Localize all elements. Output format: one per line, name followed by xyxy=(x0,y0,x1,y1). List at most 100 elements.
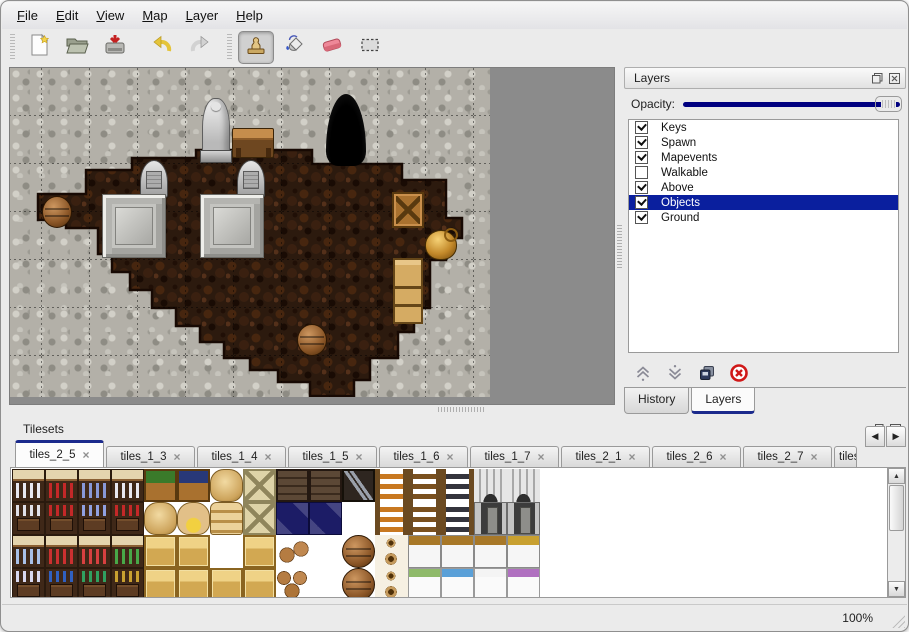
tile-ladder[interactable] xyxy=(441,469,474,502)
lower-layer-button[interactable] xyxy=(662,361,687,386)
layer-visibility-checkbox[interactable] xyxy=(635,196,648,209)
splitter-grip[interactable] xyxy=(617,225,622,269)
tile-shelf[interactable] xyxy=(111,535,144,568)
opacity-slider[interactable] xyxy=(681,95,902,113)
tile-sack[interactable] xyxy=(144,502,177,535)
tile-crate[interactable] xyxy=(144,535,177,568)
tile-bedbody[interactable] xyxy=(408,568,441,597)
tileset-tab-tiles_1_4[interactable]: tiles_1_4× xyxy=(197,446,286,467)
close-tab-icon[interactable]: × xyxy=(629,451,636,463)
tile-sackgold[interactable] xyxy=(177,502,210,535)
tileset-tab-tiles_2_5[interactable]: tiles_2_5× xyxy=(15,440,104,467)
new-file-button[interactable] xyxy=(21,31,57,64)
tile-shelf[interactable] xyxy=(78,535,111,568)
tile-ladder[interactable] xyxy=(375,502,408,535)
redo-button[interactable] xyxy=(182,31,218,64)
close-tab-icon[interactable]: × xyxy=(83,449,90,461)
tile-shelf[interactable] xyxy=(78,469,111,502)
tile-arch[interactable] xyxy=(507,469,540,502)
close-tab-icon[interactable]: × xyxy=(447,451,454,463)
tileset-tab-tiles_1_5[interactable]: tiles_1_5× xyxy=(288,446,377,467)
splitter-grip[interactable] xyxy=(438,407,484,412)
close-tab-icon[interactable]: × xyxy=(356,451,363,463)
tile-cratedark[interactable] xyxy=(276,469,309,502)
tile-bedhead[interactable] xyxy=(507,535,540,568)
menu-map[interactable]: Map xyxy=(133,5,176,26)
tile-pots[interactable] xyxy=(375,535,408,568)
tileset-tab-tiles_2_6[interactable]: tiles_2_6× xyxy=(652,446,741,467)
map-canvas[interactable] xyxy=(10,68,490,397)
tile-ladder[interactable] xyxy=(408,469,441,502)
tile-bedbody[interactable] xyxy=(441,568,474,597)
raise-layer-button[interactable] xyxy=(630,361,655,386)
opacity-slider-track[interactable] xyxy=(683,102,900,107)
tile-doorway[interactable] xyxy=(474,502,507,535)
tile-crate[interactable] xyxy=(210,568,243,597)
tileset-scrollbar[interactable]: ▲ ▼ xyxy=(887,468,905,597)
toolbar-grip[interactable] xyxy=(227,34,232,60)
close-tab-icon[interactable]: × xyxy=(538,451,545,463)
layer-visibility-checkbox[interactable] xyxy=(635,136,648,149)
menu-edit[interactable]: Edit xyxy=(47,5,87,26)
tile-barrel[interactable] xyxy=(342,535,375,568)
layer-row-objects[interactable]: Objects xyxy=(629,195,898,210)
tilesets-panel-header[interactable]: Tilesets xyxy=(9,419,906,439)
layer-row-mapevents[interactable]: Mapevents xyxy=(629,150,898,165)
layer-row-keys[interactable]: Keys xyxy=(629,120,898,135)
open-file-button[interactable] xyxy=(59,31,95,64)
tile-crate[interactable] xyxy=(177,535,210,568)
tab-scroll-right-button[interactable]: ▶ xyxy=(886,426,906,447)
scrollbar-thumb[interactable] xyxy=(889,485,904,531)
tile-bedhead[interactable] xyxy=(408,535,441,568)
tile-bedbody[interactable] xyxy=(507,568,540,597)
tile-cratex[interactable] xyxy=(243,469,276,502)
tile-shelfdrawer[interactable] xyxy=(12,502,45,535)
tile-ladder[interactable] xyxy=(408,502,441,535)
save-file-button[interactable] xyxy=(97,31,133,64)
tile-navy[interactable] xyxy=(276,502,309,535)
tile-shelf[interactable] xyxy=(12,535,45,568)
tile-ladder[interactable] xyxy=(375,469,408,502)
tile-barreltrio[interactable] xyxy=(276,568,309,597)
close-tab-icon[interactable]: × xyxy=(720,451,727,463)
menu-view[interactable]: View xyxy=(87,5,133,26)
tile-arch[interactable] xyxy=(474,469,507,502)
tile-shelf[interactable] xyxy=(12,469,45,502)
tile-shelfdrawer[interactable] xyxy=(111,502,144,535)
tileset-tab-tiles[interactable]: tiles_ xyxy=(834,446,857,467)
tile-shelfdrawer[interactable] xyxy=(45,568,78,597)
layer-visibility-checkbox[interactable] xyxy=(635,211,648,224)
layer-row-ground[interactable]: Ground xyxy=(629,210,898,225)
tile-doorway[interactable] xyxy=(507,502,540,535)
fill-tool-button[interactable] xyxy=(276,31,312,64)
undo-button[interactable] xyxy=(144,31,180,64)
delete-layer-button[interactable] xyxy=(726,361,751,386)
tileset-tab-tiles_1_3[interactable]: tiles_1_3× xyxy=(106,446,195,467)
stamp-tool-button[interactable] xyxy=(238,31,274,64)
layer-visibility-checkbox[interactable] xyxy=(635,121,648,134)
scroll-down-button[interactable]: ▼ xyxy=(888,581,905,597)
tileset-tab-tiles_2_7[interactable]: tiles_2_7× xyxy=(743,446,832,467)
tile-crate[interactable] xyxy=(243,535,276,568)
layer-visibility-checkbox[interactable] xyxy=(635,166,648,179)
tile-shelfdrawer[interactable] xyxy=(78,502,111,535)
tile-cratedark[interactable] xyxy=(309,469,342,502)
tile-navy[interactable] xyxy=(309,502,342,535)
layers-panel-header[interactable]: Layers xyxy=(624,67,906,89)
tile-barrel[interactable] xyxy=(342,568,375,597)
tile-shelf[interactable] xyxy=(45,469,78,502)
scroll-up-button[interactable]: ▲ xyxy=(888,468,905,484)
tile-shelfdrawer[interactable] xyxy=(45,502,78,535)
layer-visibility-checkbox[interactable] xyxy=(635,151,648,164)
menu-layer[interactable]: Layer xyxy=(177,5,228,26)
tileset-tab-tiles_1_6[interactable]: tiles_1_6× xyxy=(379,446,468,467)
close-tab-icon[interactable]: × xyxy=(174,451,181,463)
tile-pots[interactable] xyxy=(375,568,408,597)
opacity-slider-handle[interactable] xyxy=(875,96,902,112)
eraser-tool-button[interactable] xyxy=(314,31,350,64)
layer-visibility-checkbox[interactable] xyxy=(635,181,648,194)
float-panel-icon[interactable] xyxy=(871,72,884,85)
tile-shelf[interactable] xyxy=(111,469,144,502)
layer-row-walkable[interactable]: Walkable xyxy=(629,165,898,180)
menu-file[interactable]: File xyxy=(8,5,47,26)
